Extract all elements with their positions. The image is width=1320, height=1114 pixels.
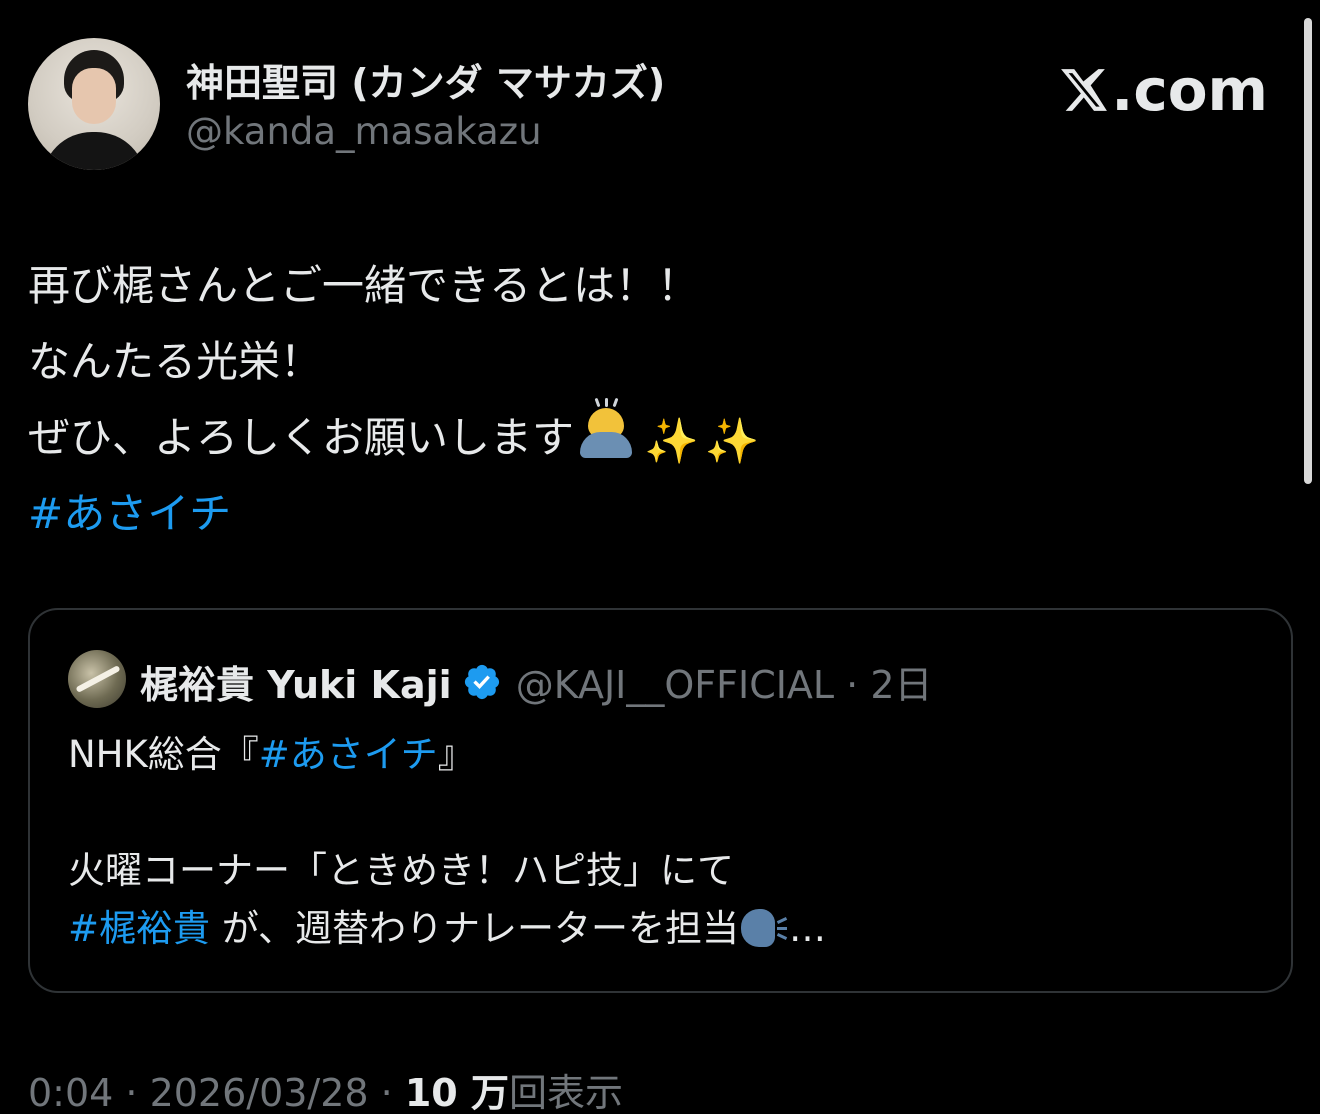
quoted-avatar[interactable]: [68, 650, 126, 708]
speaking-head-icon: [739, 905, 789, 949]
tweet-line-2: なんたる光栄！: [28, 337, 323, 386]
quoted-tweet-card[interactable]: 梶裕貴 Yuki Kaji @KAJI__OFFICIAL · 2日 NHK総合…: [28, 608, 1293, 993]
tweet-screenshot: 神田聖司 (カンダ マサカズ) @kanda_masakazu .com 再び梶…: [0, 0, 1320, 1114]
verified-badge-icon: [464, 664, 499, 699]
quoted-text: NHK総合『#あさイチ』 火曜コーナー「ときめき！ハピ技」にて #梶裕貴 が、週…: [68, 726, 826, 958]
quoted-handle-time[interactable]: @KAJI__OFFICIAL · 2日: [516, 654, 933, 709]
quoted-ellipsis: …: [789, 907, 827, 950]
sparkles-icon: ✨: [704, 416, 760, 467]
x-brand: .com: [1059, 56, 1268, 124]
quoted-line-1-suffix: 』: [437, 733, 475, 776]
quoted-line-4: #梶裕貴 が、週替わりナレーターを担当 …: [68, 900, 826, 958]
author-avatar[interactable]: [28, 38, 160, 170]
scrollbar[interactable]: [1304, 18, 1312, 484]
view-count: 10 万: [404, 1071, 509, 1114]
person-bowing-icon: [574, 397, 638, 462]
author-handle[interactable]: @kanda_masakazu: [186, 110, 542, 153]
view-label: 回表示: [508, 1071, 623, 1114]
quoted-hashtag-kaji[interactable]: #梶裕貴: [68, 907, 210, 950]
x-logo-icon: [1061, 69, 1108, 111]
avatar-streak: [75, 665, 121, 693]
tweet-meta: 0:04 · 2026/03/28 · 10 万回表示: [28, 1062, 623, 1114]
avatar-face: [72, 68, 116, 124]
quoted-header: 梶裕貴 Yuki Kaji @KAJI__OFFICIAL · 2日: [140, 654, 933, 709]
sparkles-icon: ✨: [644, 416, 699, 467]
avatar-body: [42, 132, 146, 170]
author-display-name[interactable]: 神田聖司 (カンダ マサカズ): [186, 52, 665, 107]
brand-label: .com: [1111, 56, 1268, 124]
tweet-line-3: ぜひ、よろしくお願いします ✨ ✨: [28, 397, 760, 476]
tweet-text: 再び梶さんとご一緒できるとは！！ なんたる光栄！ ぜひ、よろしくお願いします ✨ ✨…: [28, 248, 760, 552]
quoted-name[interactable]: 梶裕貴 Yuki Kaji: [140, 654, 452, 709]
quoted-blank-line: [68, 784, 826, 842]
quoted-line-3: 火曜コーナー「ときめき！ハピ技」にて: [68, 849, 734, 892]
quoted-line-1: NHK総合『#あさイチ』: [68, 726, 826, 784]
quoted-hashtag[interactable]: #あさイチ: [259, 733, 438, 776]
tweet-line-3-text: ぜひ、よろしくお願いします: [28, 413, 575, 462]
quoted-line-4-text: が、週替わりナレーターを担当: [210, 907, 740, 950]
tweet-hashtag[interactable]: #あさイチ: [28, 476, 760, 552]
tweet-timestamp[interactable]: 0:04 · 2026/03/28 ·: [28, 1071, 405, 1114]
tweet-line-1: 再び梶さんとご一緒できるとは！！: [28, 261, 700, 310]
quoted-line-1-prefix: NHK総合『: [68, 733, 259, 776]
